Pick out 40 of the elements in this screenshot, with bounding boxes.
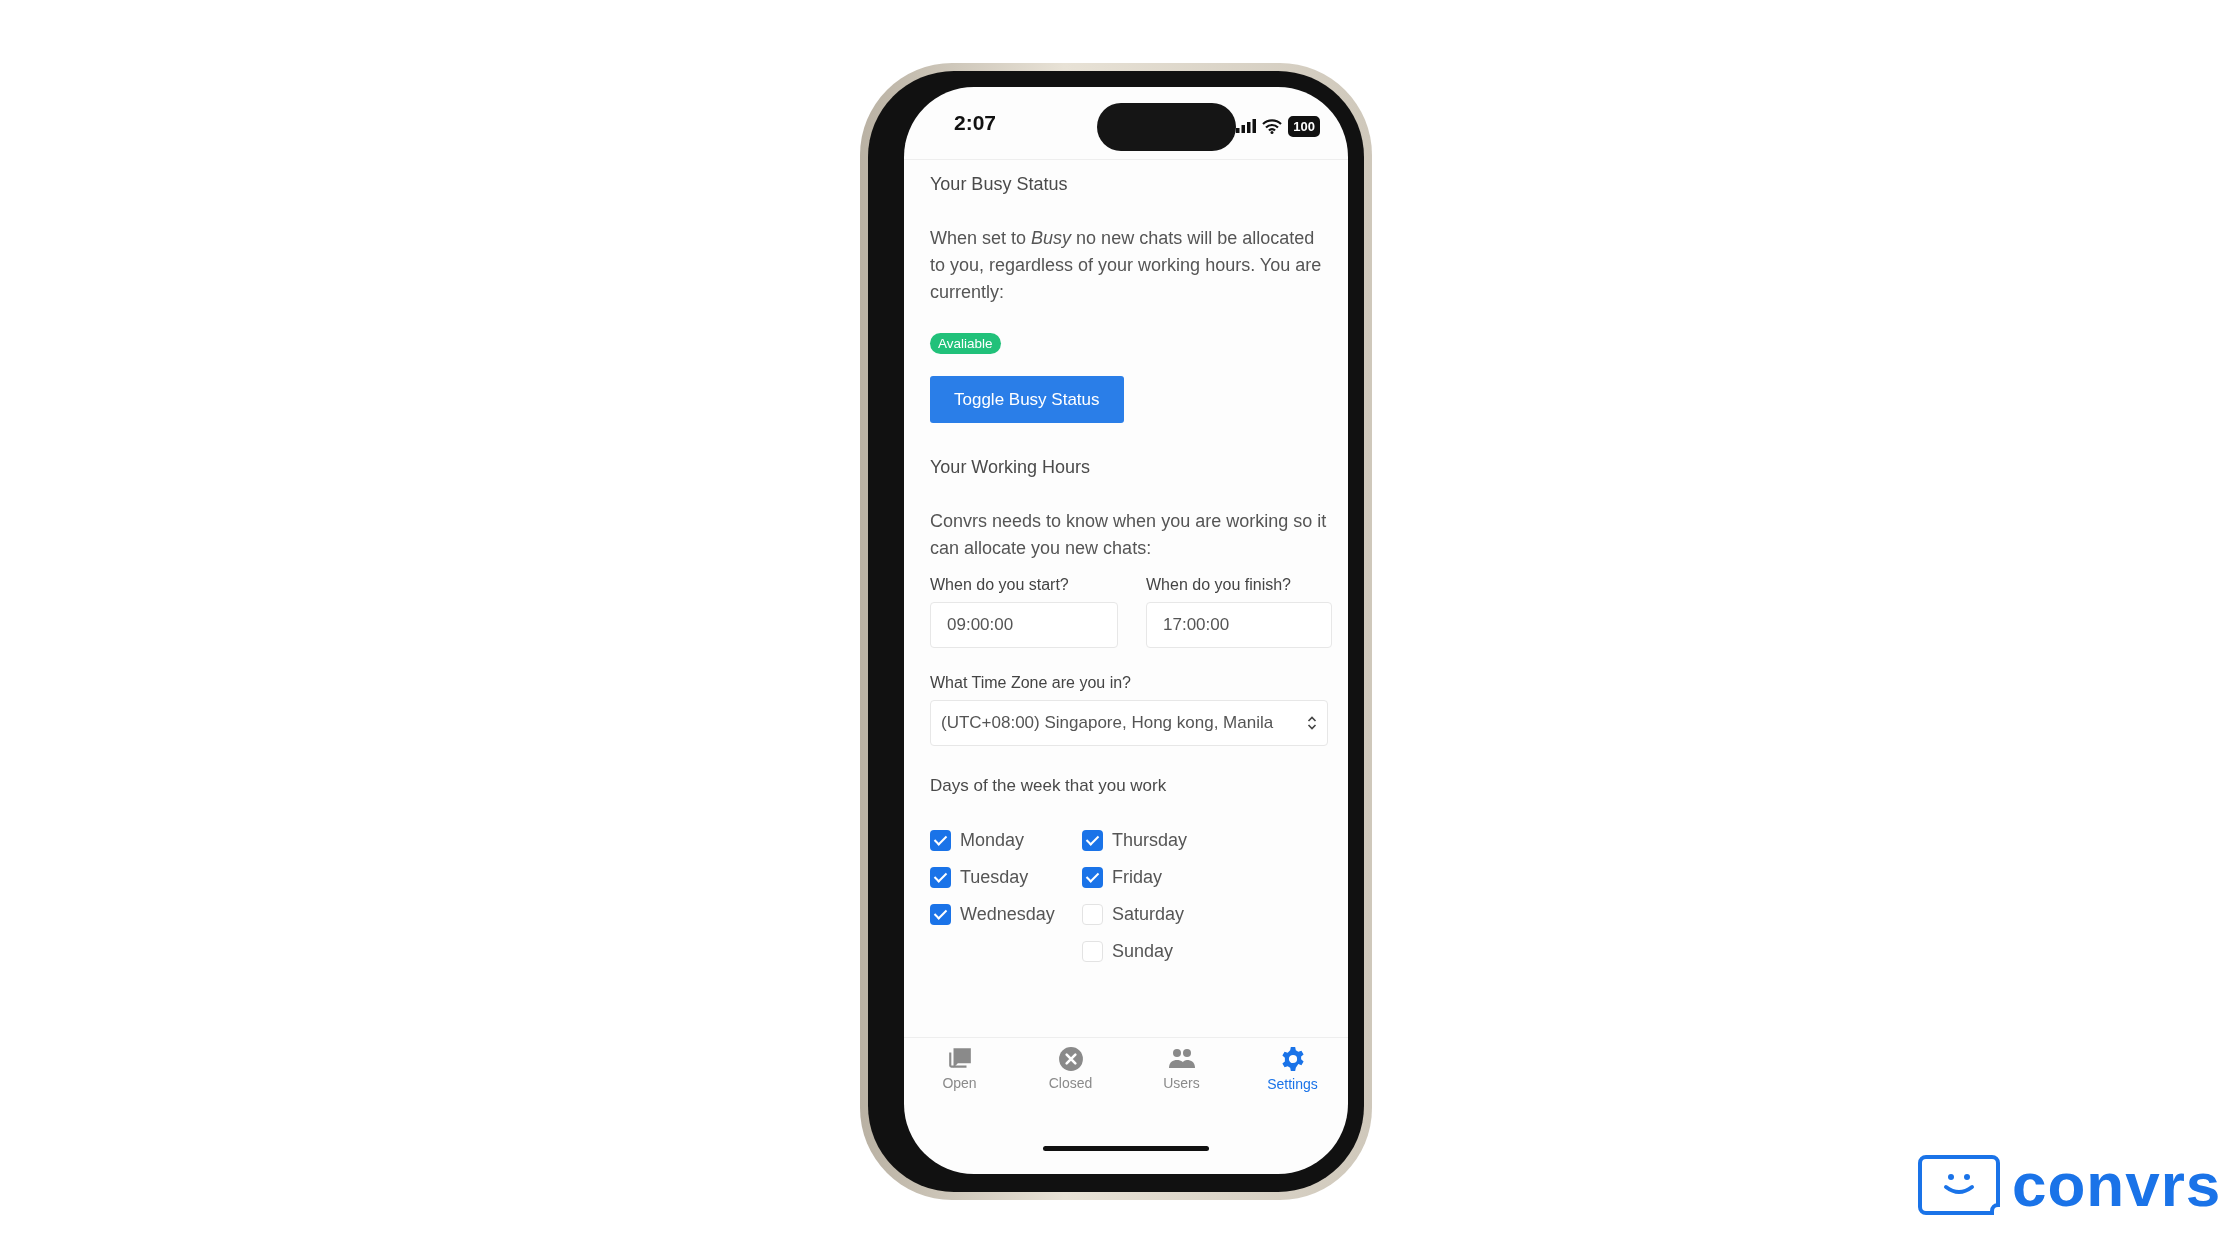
brand-name: convrs bbox=[2012, 1154, 2222, 1216]
field-label: When do you finish? bbox=[1146, 576, 1292, 594]
status-time: 2:07 bbox=[954, 111, 998, 135]
busy-description: When set to Busy no new chats will be allocated to you, regardless of your working hours. You are currently: bbox=[930, 227, 1323, 304]
timezone-select[interactable]: (UTC+08:00) Singapore, Hong kong, Manila bbox=[930, 700, 1328, 746]
tab-bar-item[interactable]: Open bbox=[904, 1046, 1015, 1122]
field-label: When do you start? bbox=[930, 576, 1070, 594]
section-heading: Your Working Hours bbox=[930, 457, 1092, 478]
day-label: Thursday bbox=[1112, 830, 1188, 851]
section-heading: Your Busy Status bbox=[930, 174, 1069, 195]
working-hours-description: Convrs needs to know when you are working so it can allocate you new chats: bbox=[930, 510, 1328, 560]
wifi-icon bbox=[1262, 118, 1283, 134]
toggle-busy-button[interactable]: Toggle Busy Status bbox=[930, 376, 1124, 423]
time-field[interactable]: 09:00:00 bbox=[930, 602, 1118, 648]
checkbox[interactable] bbox=[1082, 941, 1103, 962]
field-label: What Time Zone are you in? bbox=[930, 674, 1132, 692]
tab-bar-item[interactable]: Closed bbox=[1015, 1046, 1126, 1122]
checkbox[interactable] bbox=[1082, 904, 1103, 925]
day-label: Saturday bbox=[1112, 904, 1185, 925]
day-label: Tuesday bbox=[960, 867, 1029, 888]
time-field[interactable]: 17:00:00 bbox=[1146, 602, 1332, 648]
close-circle-icon bbox=[1057, 1046, 1084, 1072]
up-down-chevron-icon bbox=[1307, 716, 1317, 730]
days-heading: Days of the week that you work bbox=[930, 776, 1168, 796]
day-label: Monday bbox=[960, 830, 1025, 851]
day-label: Sunday bbox=[1112, 941, 1174, 962]
battery-level: 100 bbox=[1288, 115, 1320, 137]
checkbox[interactable] bbox=[1082, 867, 1103, 888]
checkbox[interactable] bbox=[930, 830, 951, 851]
settings-icon bbox=[1279, 1046, 1306, 1072]
smiley-chat-icon bbox=[1918, 1155, 2000, 1215]
tab-bar-item[interactable]: Users bbox=[1126, 1046, 1237, 1122]
day-label: Friday bbox=[1112, 867, 1162, 888]
day-label: Wednesday bbox=[960, 904, 1055, 925]
status-badge: Avaliable bbox=[930, 333, 1001, 354]
tab-bar-item[interactable]: Settings bbox=[1237, 1046, 1348, 1092]
signal-icon bbox=[1236, 119, 1257, 133]
checkbox[interactable] bbox=[930, 904, 951, 925]
checkbox[interactable] bbox=[930, 867, 951, 888]
checkbox[interactable] bbox=[1082, 830, 1103, 851]
